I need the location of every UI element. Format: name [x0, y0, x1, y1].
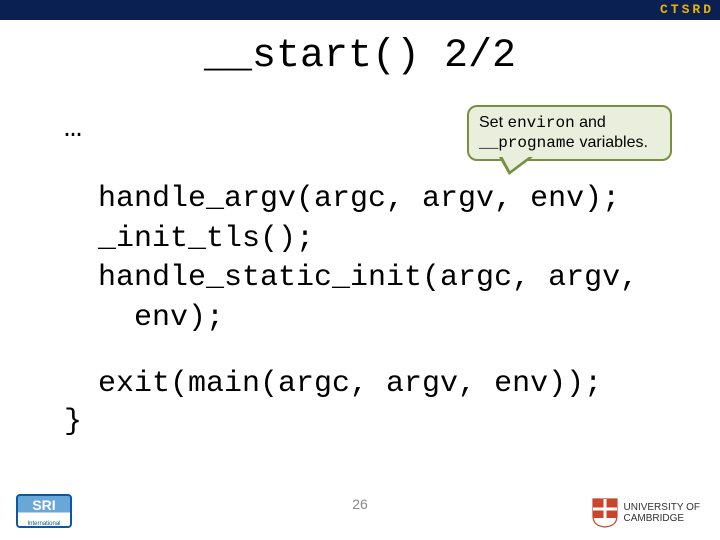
cambridge-shield-icon — [592, 498, 618, 528]
callout-text-mid: and — [575, 114, 606, 131]
slide-title: __start() 2/2 — [0, 34, 720, 79]
ctsrd-logo: CTSRD — [660, 2, 714, 17]
callout-text-pre: Set — [479, 114, 507, 131]
cambridge-line-2: CAMBRIDGE — [624, 513, 701, 524]
sri-logo-subtext: International — [16, 521, 72, 527]
code-block-1: handle_argv(argc, argv, env); _init_tls(… — [98, 180, 638, 338]
topbar: CTSRD — [0, 0, 720, 20]
callout-box: Set environ and __progname variables. — [467, 105, 672, 161]
cambridge-text: UNIVERSITY OF CAMBRIDGE — [624, 502, 701, 524]
cambridge-line-1: UNIVERSITY OF — [624, 502, 701, 513]
callout-text-post: variables. — [575, 134, 648, 151]
cambridge-logo: UNIVERSITY OF CAMBRIDGE — [592, 498, 701, 528]
code-block-2: exit(main(argc, argv, env)); — [98, 365, 602, 405]
callout-tail-fill — [502, 156, 530, 171]
callout-code-progname: __progname — [479, 134, 575, 152]
code-ellipsis: … — [64, 112, 82, 146]
callout-code-environ: environ — [507, 114, 574, 132]
code-close-brace: } — [64, 405, 82, 439]
